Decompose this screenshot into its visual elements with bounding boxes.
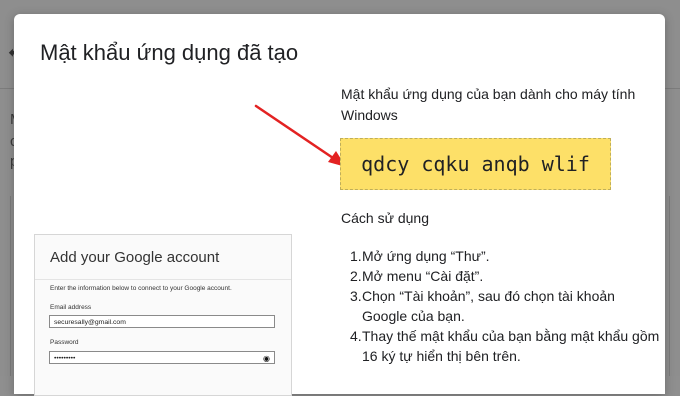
password-heading: Mật khẩu ứng dụng của bạn dành cho máy t… bbox=[341, 86, 636, 123]
password-label: Password bbox=[50, 339, 79, 346]
background-card-edge bbox=[669, 196, 670, 376]
eye-icon: ◉ bbox=[263, 354, 270, 363]
background-card-edge bbox=[10, 196, 11, 376]
step-text: Mở ứng dụng “Thư”. bbox=[362, 248, 490, 264]
email-value: securesally@gmail.com bbox=[54, 319, 126, 326]
usage-step: 4. Thay thế mật khẩu của bạn bằng mật khẩ… bbox=[341, 326, 661, 366]
screenshot-title: Add your Google account bbox=[50, 249, 220, 266]
step-number: 3. bbox=[350, 288, 362, 304]
usage-step: 3. Chọn “Tài khoản”, sau đó chọn tài khoả… bbox=[341, 286, 661, 326]
step-number: 2. bbox=[350, 268, 362, 284]
email-field: securesally@gmail.com bbox=[49, 315, 275, 328]
usage-step: 1. Mở ứng dụng “Thư”. bbox=[341, 246, 661, 266]
generated-password[interactable]: qdcy cqku anqb wlif bbox=[361, 152, 590, 176]
step-text: Thay thế mật khẩu của bạn bằng mật khẩu … bbox=[362, 328, 660, 364]
app-password-dialog: Mật khẩu ứng dụng đã tạo Add your Google… bbox=[14, 14, 665, 396]
screenshot-description: Enter the information below to connect t… bbox=[50, 285, 232, 292]
step-number: 1. bbox=[350, 248, 362, 264]
dialog-title: Mật khẩu ứng dụng đã tạo bbox=[40, 40, 299, 65]
step-text: Chọn “Tài khoản”, sau đó chọn tài khoản … bbox=[362, 288, 615, 324]
step-text: Mở menu “Cài đặt”. bbox=[362, 268, 484, 284]
usage-heading: Cách sử dụng bbox=[341, 210, 429, 226]
generated-password-box[interactable]: qdcy cqku anqb wlif bbox=[340, 138, 611, 190]
screenshot-header: Add your Google account bbox=[35, 235, 291, 280]
red-arrow-icon bbox=[254, 104, 346, 167]
password-field: ••••••••• ◉ bbox=[49, 351, 275, 364]
password-value: ••••••••• bbox=[54, 355, 76, 362]
usage-step: 2. Mở menu “Cài đặt”. bbox=[341, 266, 661, 286]
usage-steps-list: 1. Mở ứng dụng “Thư”. 2. Mở menu “Cài đặt”.… bbox=[341, 246, 661, 366]
step-number: 4. bbox=[350, 328, 362, 344]
windows-mail-screenshot: Add your Google account Enter the inform… bbox=[34, 234, 292, 396]
email-label: Email address bbox=[50, 304, 92, 311]
